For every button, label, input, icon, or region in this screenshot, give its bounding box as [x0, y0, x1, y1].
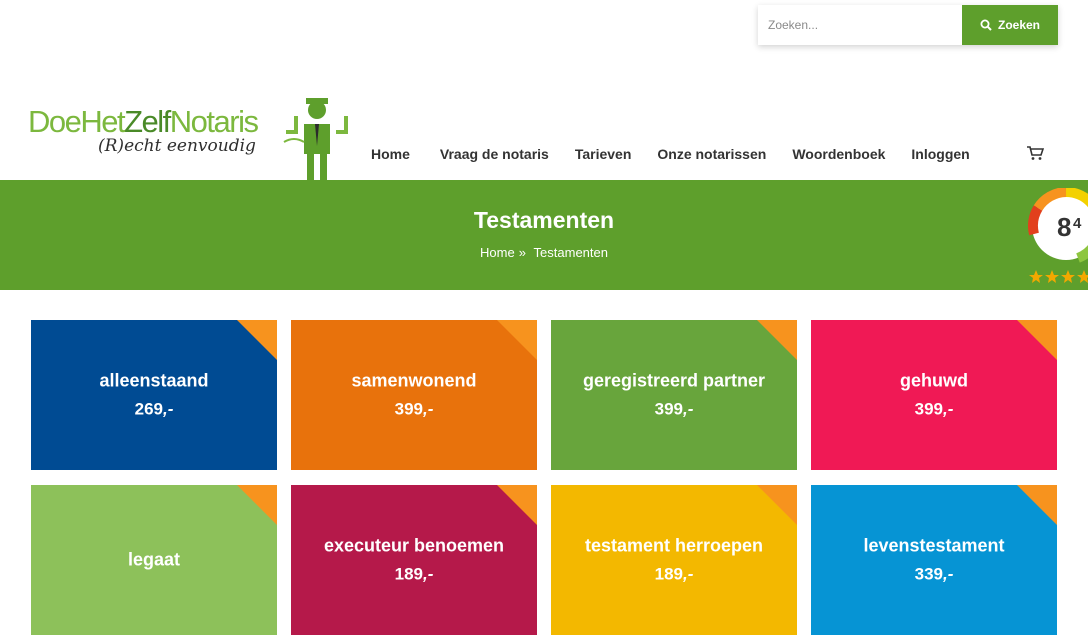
nav-item-woordenboek[interactable]: Woordenboek [781, 146, 900, 162]
corner-ribbon [757, 320, 797, 360]
search-icon [980, 19, 992, 31]
page-header-banner: Testamenten Home» Testamenten [0, 180, 1088, 290]
product-tile[interactable]: alleenstaand 269,- [31, 320, 277, 470]
tile-title: alleenstaand [99, 370, 209, 391]
search-box: Zoeken [758, 5, 1058, 45]
tile-title: geregistreerd partner [582, 370, 766, 391]
tile-title: executeur benoemen [323, 535, 505, 556]
nav-item-tarieven[interactable]: Tarieven [564, 146, 647, 162]
nav-item-onze-notarissen[interactable]: Onze notarissen [646, 146, 781, 162]
tile-price: 269,- [134, 399, 174, 419]
product-tile[interactable]: testament herroepen 189,- [551, 485, 797, 635]
product-tile[interactable]: geregistreerd partner 399,- [551, 320, 797, 470]
main-nav: Home Vraag de notaris Tarieven Onze nota… [360, 146, 981, 162]
tile-price: 339,- [914, 564, 954, 584]
search-button-label: Zoeken [997, 18, 1040, 32]
nav-item-inloggen[interactable]: Inloggen [900, 146, 980, 162]
tile-price: 399,- [654, 399, 694, 419]
rating-decimal: 4 [1073, 215, 1082, 232]
tile-title: samenwonend [351, 370, 477, 391]
logo-tagline: (R)echt eenvoudig [98, 136, 256, 156]
corner-ribbon [497, 485, 537, 525]
tile-title: gehuwd [900, 370, 968, 391]
rating-score: 8 [1057, 212, 1071, 242]
breadcrumb: Home» Testamenten [0, 245, 1088, 260]
corner-ribbon [497, 320, 537, 360]
product-tile[interactable]: samenwonend 399,- [291, 320, 537, 470]
tile-title: levenstestament [863, 535, 1005, 556]
corner-ribbon [1017, 485, 1057, 525]
corner-ribbon [237, 320, 277, 360]
corner-ribbon [757, 485, 797, 525]
tile-price: 399,- [394, 399, 434, 419]
product-tile[interactable]: gehuwd 399,- [811, 320, 1057, 470]
product-tile[interactable]: levenstestament 339,- [811, 485, 1057, 635]
search-button[interactable]: Zoeken [962, 5, 1058, 45]
rating-badge[interactable]: 8 4 [1028, 187, 1088, 288]
site-logo[interactable]: DoeHetZelfNotaris (R)echt eenvoudig [28, 96, 358, 182]
rating-stars [1029, 270, 1088, 283]
corner-ribbon [237, 485, 277, 525]
product-tile[interactable]: legaat [31, 485, 277, 635]
tile-price: 189,- [654, 564, 694, 584]
notary-figure-icon [283, 98, 348, 180]
logo-wordmark: DoeHetZelfNotaris [28, 104, 259, 139]
nav-item-vraag-de-notaris[interactable]: Vraag de notaris [421, 146, 564, 162]
breadcrumb-current: Testamenten [533, 245, 608, 260]
tile-title: legaat [127, 549, 181, 570]
page-title: Testamenten [473, 207, 615, 233]
tile-title: testament herroepen [584, 535, 764, 556]
tile-price: 189,- [394, 564, 434, 584]
search-input[interactable] [758, 5, 962, 45]
product-tile[interactable]: executeur benoemen 189,- [291, 485, 537, 635]
corner-ribbon [1017, 320, 1057, 360]
tile-price: 399,- [914, 399, 954, 419]
breadcrumb-separator: » [518, 245, 526, 260]
nav-item-home[interactable]: Home [360, 146, 421, 162]
cart-icon[interactable] [1026, 145, 1044, 161]
breadcrumb-home[interactable]: Home [480, 245, 515, 260]
